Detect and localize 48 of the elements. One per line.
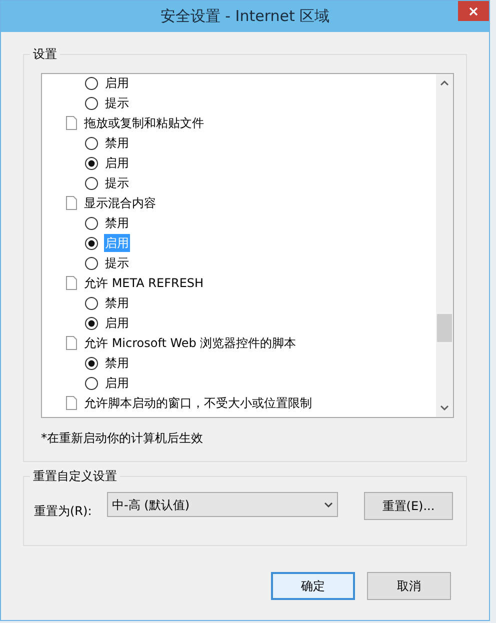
radio-button[interactable]	[85, 256, 98, 270]
setting-heading: 允许脚本启动的窗口，不受大小或位置限制	[84, 395, 312, 412]
close-icon	[469, 6, 478, 16]
document-icon	[66, 336, 77, 350]
option-label[interactable]: 提示	[104, 174, 130, 192]
setting-heading: 允许 META REFRESH	[84, 275, 204, 292]
radio-button[interactable]	[85, 176, 98, 190]
option-label[interactable]: 启用	[104, 154, 130, 172]
radio-button[interactable]	[85, 76, 98, 90]
radio-button[interactable]	[85, 236, 98, 250]
group-title: 重置自定义设置	[30, 467, 120, 485]
scroll-thumb[interactable]	[437, 314, 452, 342]
radio-button[interactable]	[85, 376, 98, 390]
radio-button[interactable]	[85, 156, 98, 170]
scroll-up-icon[interactable]	[440, 80, 449, 86]
restart-note: *在重新启动你的计算机后生效	[41, 430, 203, 447]
option-label[interactable]: 禁用	[104, 354, 130, 372]
document-icon	[66, 116, 77, 130]
scroll-down-icon[interactable]	[440, 405, 449, 411]
dialog-button[interactable]: 取消	[367, 572, 451, 600]
document-icon	[66, 196, 77, 210]
option-label[interactable]: 启用	[104, 74, 130, 92]
setting-heading: 允许 Microsoft Web 浏览器控件的脚本	[84, 335, 296, 352]
option-label[interactable]: 禁用	[104, 134, 130, 152]
setting-heading: 显示混合内容	[84, 195, 156, 212]
dialog-button[interactable]: 确定	[271, 572, 355, 600]
option-label[interactable]: 启用	[104, 314, 130, 332]
close-button[interactable]	[458, 1, 489, 21]
radio-button[interactable]	[85, 316, 98, 330]
option-label[interactable]: 启用	[104, 374, 130, 392]
radio-button[interactable]	[85, 216, 98, 230]
reset-button[interactable]: 重置(E)...	[364, 492, 453, 520]
document-icon	[66, 396, 77, 410]
radio-button[interactable]	[85, 96, 98, 110]
scrollbar[interactable]	[436, 74, 453, 417]
level-dropdown[interactable]: 中-高 (默认值)	[107, 492, 338, 517]
option-label[interactable]: 禁用	[104, 214, 130, 232]
radio-button[interactable]	[85, 136, 98, 150]
window-title: 安全设置 - Internet 区域	[160, 6, 330, 28]
chevron-down-icon	[324, 502, 333, 508]
radio-button[interactable]	[85, 356, 98, 370]
document-icon	[66, 276, 77, 290]
setting-heading: 拖放或复制和粘贴文件	[84, 115, 204, 132]
option-label[interactable]: 禁用	[104, 294, 130, 312]
option-label[interactable]: 提示	[104, 94, 130, 112]
radio-button[interactable]	[85, 296, 98, 310]
reset-label: 重置为(R):	[34, 503, 92, 520]
option-label[interactable]: 提示	[104, 254, 130, 272]
